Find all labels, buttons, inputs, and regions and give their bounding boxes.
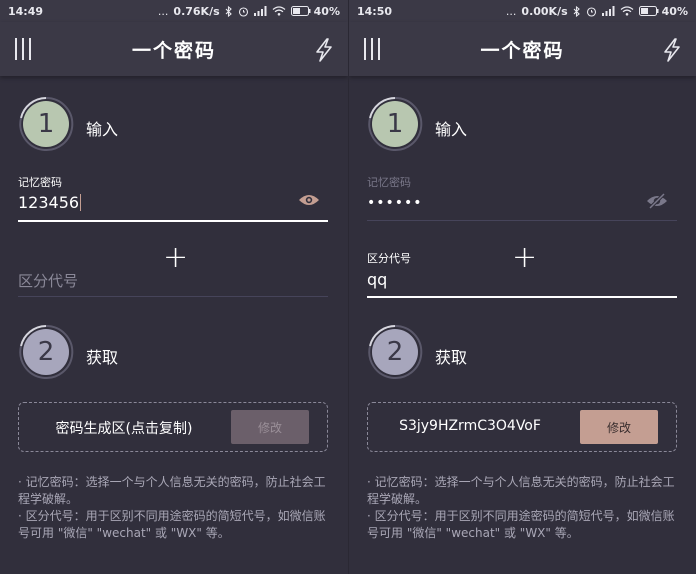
phone-screen-left: 14:49 ... 0.76K/s 40% 一个密码 1 输入 记忆密码 123… <box>0 0 348 574</box>
battery-percent: 40% <box>661 4 688 18</box>
result-area[interactable]: 密码生成区(点击复制) 修改 <box>18 402 328 452</box>
code-underline <box>18 296 328 297</box>
text-cursor <box>80 194 82 211</box>
step2-label: 获取 <box>435 348 468 367</box>
step2-number: 2 <box>372 329 418 375</box>
code-input[interactable]: 区分代号 <box>18 270 78 291</box>
code-underline <box>367 296 677 298</box>
modify-button[interactable]: 修改 <box>231 410 309 444</box>
signal-icon <box>601 6 615 16</box>
status-dots: ... <box>157 4 169 18</box>
alarm-icon <box>238 6 248 17</box>
password-value: 123456 <box>18 193 80 212</box>
help-item: · 区分代号：用于区别不同用途密码的简短代号，如微信账号可用 "微信" "wec… <box>367 509 675 540</box>
help-text: · 记忆密码：选择一个与个人信息无关的密码，防止社会工程学破解。 · 区分代号：… <box>18 474 328 542</box>
app-title: 一个密码 <box>480 39 565 62</box>
bluetooth-icon <box>225 5 232 17</box>
wifi-icon <box>272 6 286 16</box>
step1-label: 输入 <box>435 120 468 139</box>
status-bar: 14:49 ... 0.76K/s 40% <box>0 0 348 22</box>
battery-icon <box>290 6 311 16</box>
help-item: · 记忆密码：选择一个与个人信息无关的密码，防止社会工程学破解。 <box>367 475 675 506</box>
network-speed: 0.76K/s <box>173 4 220 18</box>
app-bar: 一个密码 <box>0 22 348 76</box>
step1-label: 输入 <box>86 120 119 139</box>
code-label: 区分代号 <box>367 252 411 265</box>
password-label: 记忆密码 <box>18 176 62 189</box>
eye-icon[interactable] <box>298 193 320 207</box>
password-input[interactable]: 123456 <box>18 193 82 212</box>
code-value: qq <box>367 270 388 289</box>
step1-number: 1 <box>23 101 69 147</box>
step1-badge: 1 <box>18 96 74 152</box>
battery-percent: 40% <box>313 4 340 18</box>
bluetooth-icon <box>573 5 580 17</box>
help-item: · 记忆密码：选择一个与个人信息无关的密码，防止社会工程学破解。 <box>18 475 326 506</box>
help-text: · 记忆密码：选择一个与个人信息无关的密码，防止社会工程学破解。 · 区分代号：… <box>367 474 677 542</box>
status-time: 14:50 <box>357 4 393 18</box>
step2-label: 获取 <box>86 348 119 367</box>
status-time: 14:49 <box>8 4 44 18</box>
plus-icon[interactable]: + <box>163 243 188 273</box>
wifi-icon <box>620 6 634 16</box>
step1-number: 1 <box>372 101 418 147</box>
password-input[interactable]: •••••• <box>367 195 423 211</box>
help-item: · 区分代号：用于区别不同用途密码的简短代号，如微信账号可用 "微信" "wec… <box>18 509 326 540</box>
plus-icon[interactable]: + <box>512 243 537 273</box>
step2-badge: 2 <box>367 324 423 380</box>
result-area[interactable]: S3jy9HZrmC3O4VoF 修改 <box>367 402 677 452</box>
app-title: 一个密码 <box>131 39 216 62</box>
network-speed: 0.00K/s <box>521 4 568 18</box>
battery-indicator: 40% <box>290 4 340 18</box>
password-underline <box>18 220 328 222</box>
password-underline <box>367 220 677 221</box>
result-text[interactable]: S3jy9HZrmC3O4VoF <box>368 418 572 434</box>
app-bar: 一个密码 <box>349 22 696 76</box>
status-dots: ... <box>505 4 517 18</box>
bolt-icon[interactable] <box>662 38 682 62</box>
eye-off-icon[interactable] <box>646 193 668 209</box>
step2-badge: 2 <box>18 324 74 380</box>
password-label: 记忆密码 <box>367 176 411 189</box>
step1-badge: 1 <box>367 96 423 152</box>
status-bar: 14:50 ... 0.00K/s 40% <box>349 0 696 22</box>
step2-number: 2 <box>23 329 69 375</box>
signal-icon <box>253 6 267 16</box>
battery-indicator: 40% <box>638 4 688 18</box>
battery-icon <box>638 6 659 16</box>
alarm-icon <box>586 6 596 17</box>
phone-screen-right: 14:50 ... 0.00K/s 40% 一个密码 1 输入 记忆密码 •••… <box>348 0 696 574</box>
code-input[interactable]: qq <box>367 270 387 289</box>
bolt-icon[interactable] <box>314 38 334 62</box>
password-value: •••••• <box>367 195 423 211</box>
modify-button[interactable]: 修改 <box>580 410 658 444</box>
result-text[interactable]: 密码生成区(点击复制) <box>19 418 229 438</box>
